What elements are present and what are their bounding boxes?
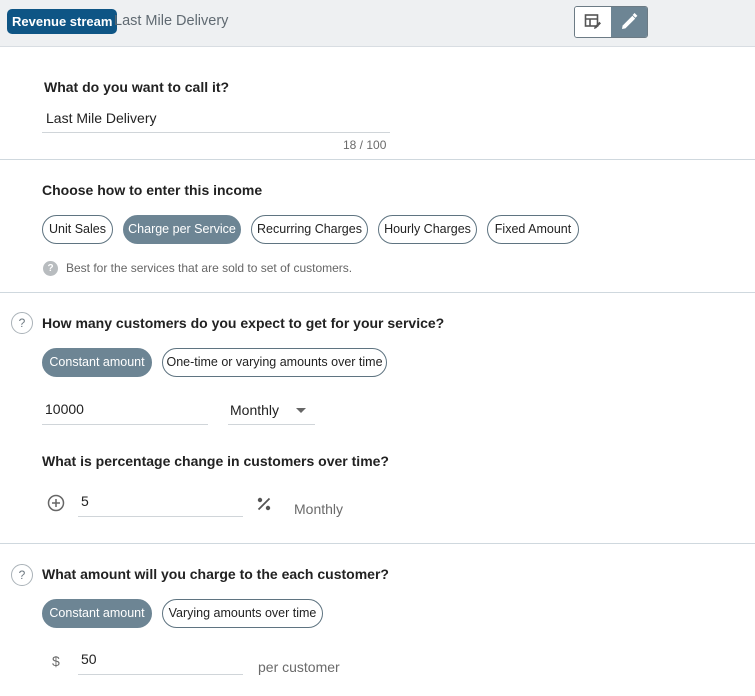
option-unit-sales[interactable]: Unit Sales [42,215,113,244]
frequency-value: Monthly [230,402,280,418]
customers-section: ? How many customers do you expect to ge… [0,293,755,544]
charge-label: What amount will you charge to the each … [42,566,389,582]
option-constant-amount[interactable]: Constant amount [42,348,152,377]
view-toggle [574,6,648,38]
charge-unit: per customer [258,659,340,675]
change-frequency: Monthly [294,501,344,517]
income-hint: Best for the services that are sold to s… [66,261,353,275]
change-input[interactable]: 5 [78,491,243,517]
currency-symbol: $ [52,653,60,669]
income-label: Choose how to enter this income [42,182,263,198]
option-varying-amounts[interactable]: Varying amounts over time [162,599,323,628]
option-charge-per-service[interactable]: Charge per Service [123,215,241,244]
option-fixed-amount[interactable]: Fixed Amount [487,215,579,244]
name-label: What do you want to call it? [44,79,230,95]
option-constant-amount[interactable]: Constant amount [42,599,152,628]
help-icon: ? [43,261,58,276]
table-view-button[interactable] [575,7,611,37]
help-icon[interactable]: ? [11,312,33,334]
charge-section: ? What amount will you charge to the eac… [0,544,755,696]
percent-icon [257,497,271,511]
table-edit-icon [584,14,601,29]
change-label: What is percentage change in customers o… [42,453,389,469]
pencil-icon [622,13,638,29]
help-icon[interactable]: ? [11,564,33,586]
customers-input[interactable]: 10000 [42,399,208,425]
income-section: Choose how to enter this income Unit Sal… [0,160,755,293]
header-bar: Revenue stream Last Mile Delivery [0,0,755,47]
page-title: Last Mile Delivery [114,13,229,29]
edit-view-button[interactable] [611,7,647,37]
name-input[interactable]: Last Mile Delivery [42,108,390,133]
character-counter: 18 / 100 [343,138,387,152]
option-varying-amounts[interactable]: One-time or varying amounts over time [162,348,387,377]
option-hourly-charges[interactable]: Hourly Charges [378,215,477,244]
chevron-down-icon [296,408,306,413]
name-section: What do you want to call it? Last Mile D… [0,47,755,160]
revenue-stream-badge: Revenue stream [7,9,118,34]
plus-circle-icon[interactable] [47,494,65,512]
charge-input[interactable]: 50 [78,649,243,675]
frequency-select[interactable]: Monthly [228,399,315,425]
customers-label: How many customers do you expect to get … [42,315,445,331]
option-recurring-charges[interactable]: Recurring Charges [251,215,368,244]
